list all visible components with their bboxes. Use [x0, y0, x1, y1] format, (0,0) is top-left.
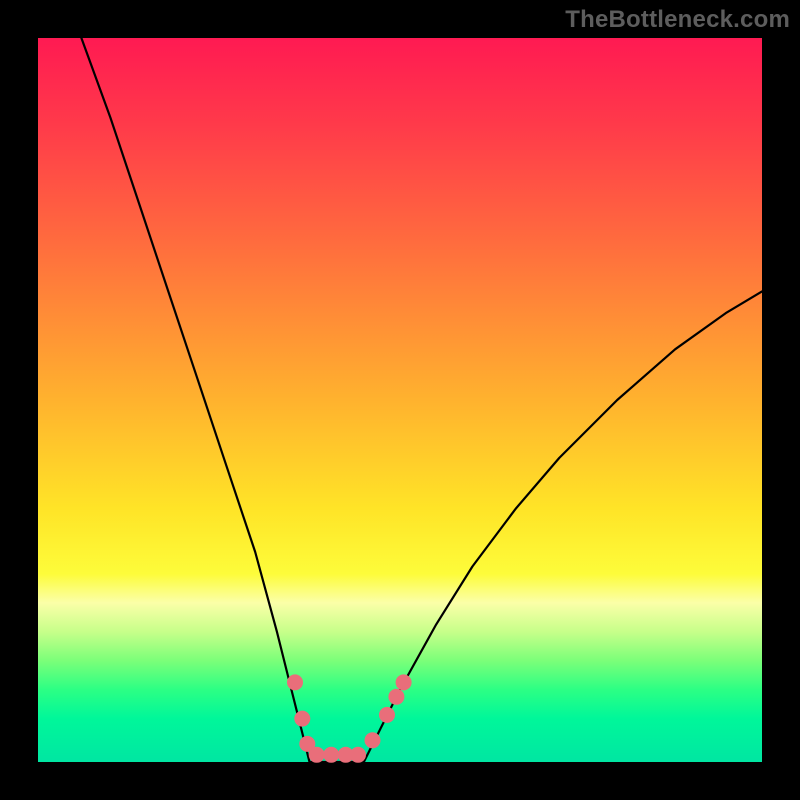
marker-dot [350, 747, 366, 763]
marker-dot [379, 707, 395, 723]
marker-dot [323, 747, 339, 763]
marker-dots [287, 674, 412, 762]
marker-dot [365, 732, 381, 748]
marker-dot [396, 674, 412, 690]
marker-dot [309, 747, 325, 763]
chart-frame: TheBottleneck.com [0, 0, 800, 800]
bottleneck-curve [81, 38, 762, 762]
curve-lines [81, 38, 762, 762]
marker-dot [388, 689, 404, 705]
watermark-text: TheBottleneck.com [565, 6, 790, 34]
plot-area [38, 38, 762, 762]
curve-svg [38, 38, 762, 762]
marker-dot [287, 674, 303, 690]
marker-dot [294, 711, 310, 727]
